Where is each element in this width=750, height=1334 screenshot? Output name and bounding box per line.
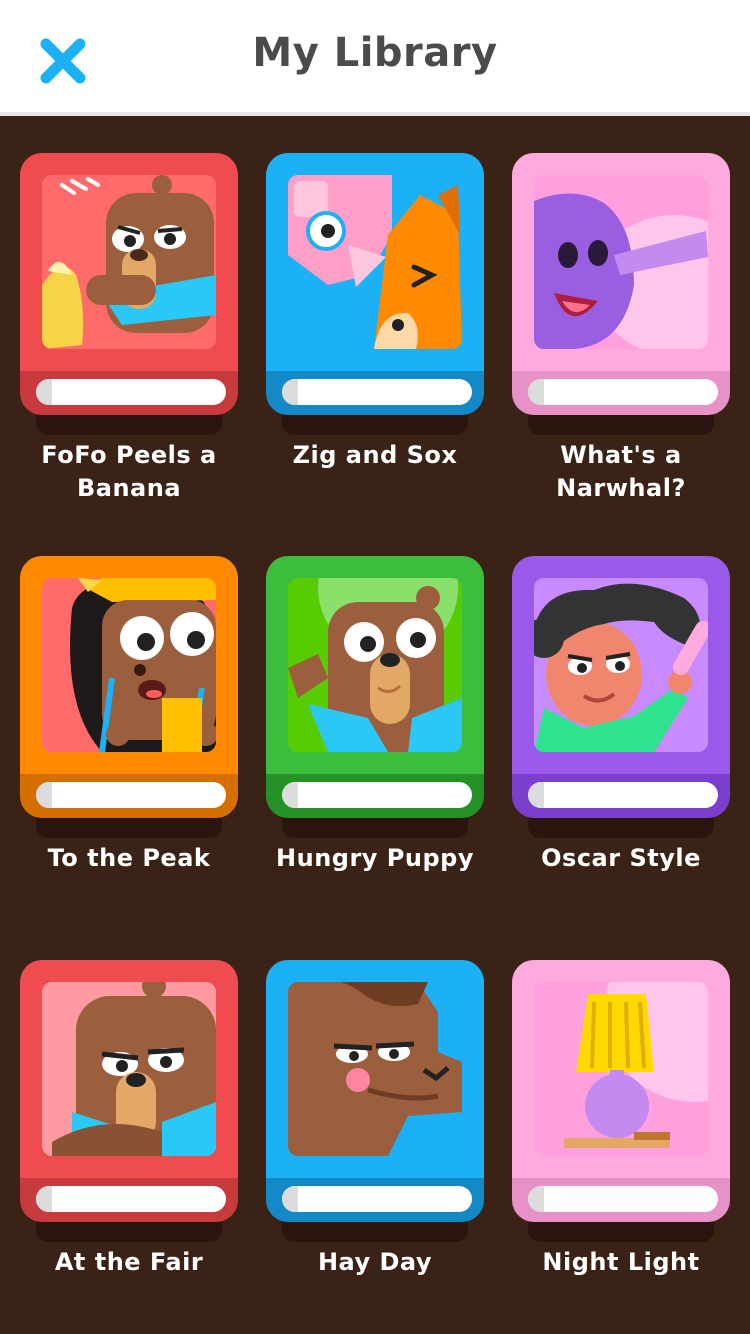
- lamp-icon: [534, 982, 708, 1156]
- book-pages: [528, 379, 718, 405]
- book-pages: [282, 782, 472, 808]
- book-pages: [36, 1186, 226, 1212]
- book-title: What's a Narwhal?: [556, 441, 686, 502]
- bear-with-banana-icon: [42, 175, 216, 349]
- book-title: Oscar Style: [541, 844, 701, 872]
- book-title: At the Fair: [54, 1248, 204, 1276]
- book-title: Zig and Sox: [292, 441, 458, 469]
- book-pages: [528, 782, 718, 808]
- oscar-hair-icon: [534, 578, 708, 752]
- book-title: To the Peak: [47, 844, 211, 872]
- narwhal-icon: [534, 175, 708, 349]
- book-title: Night Light: [542, 1248, 700, 1276]
- puppy-icon: [288, 578, 462, 752]
- hiker-girl-icon: [42, 578, 216, 752]
- horse-icon: [288, 982, 462, 1156]
- book-pages: [36, 379, 226, 405]
- book-title: FoFo Peels a Banana: [41, 441, 217, 502]
- header-bar: My Library: [0, 0, 750, 116]
- book-pages: [528, 1186, 718, 1212]
- book-pages: [36, 782, 226, 808]
- page-title: My Library: [252, 30, 498, 76]
- library-grid: FoFo Peels a Banana Zig and Sox What's a…: [0, 120, 750, 1334]
- book-pages: [282, 1186, 472, 1212]
- book-pages: [282, 379, 472, 405]
- book-title: Hungry Puppy: [276, 844, 474, 872]
- grumpy-bear-icon: [42, 982, 216, 1156]
- book-title: Hay Day: [317, 1248, 433, 1276]
- pig-and-fox-icon: [288, 175, 462, 349]
